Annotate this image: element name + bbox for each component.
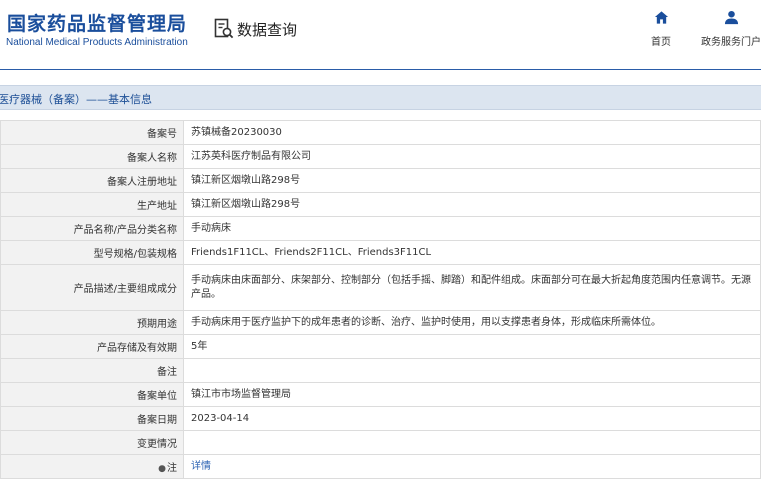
table-row: 备案号 苏镇械备20230030	[0, 120, 761, 145]
field-value: 详情	[183, 454, 761, 479]
field-value: Friends1F11CL、Friends2F11CL、Friends3F11C…	[183, 240, 761, 265]
table-row: 型号规格/包装规格 Friends1F11CL、Friends2F11CL、Fr…	[0, 240, 761, 265]
details-link[interactable]: 详情	[191, 461, 211, 472]
user-icon	[724, 10, 738, 25]
field-label: 产品存储及有效期	[0, 334, 184, 359]
home-icon	[654, 11, 668, 24]
data-query-title: 数据查询	[214, 18, 297, 40]
pin-icon: ●	[158, 464, 166, 474]
table-row: ●注 详情	[0, 454, 761, 479]
field-value: 镇江市市场监督管理局	[183, 382, 761, 407]
field-label: 预期用途	[0, 310, 184, 335]
field-value: 2023-04-14	[183, 406, 761, 431]
field-label: 型号规格/包装规格	[0, 240, 184, 265]
field-value	[183, 358, 761, 383]
document-search-icon	[214, 18, 234, 39]
field-value: 5年	[183, 334, 761, 359]
table-row: 备案人名称 江苏英科医疗制品有限公司	[0, 144, 761, 169]
field-value	[183, 430, 761, 455]
field-value: 手动病床	[183, 216, 761, 241]
field-label: 备注	[0, 358, 184, 383]
table-row: 产品名称/产品分类名称 手动病床	[0, 216, 761, 241]
field-value: 镇江新区烟墩山路298号	[183, 192, 761, 217]
field-label: 变更情况	[0, 430, 184, 455]
note-label-cell: ●注	[0, 454, 184, 479]
record-detail-table: 备案号 苏镇械备20230030 备案人名称 江苏英科医疗制品有限公司 备案人注…	[0, 120, 761, 479]
site-header: 国家药品监督管理局 National Medical Products Admi…	[0, 0, 761, 70]
table-row: 产品存储及有效期 5年	[0, 334, 761, 359]
field-value: 江苏英科医疗制品有限公司	[183, 144, 761, 169]
nav-home[interactable]: 首页	[646, 10, 676, 48]
site-logo-en[interactable]: National Medical Products Administration	[6, 37, 188, 48]
table-row: 备注	[0, 358, 761, 383]
table-row: 预期用途 手动病床用于医疗监护下的成年患者的诊断、治疗、监护时使用，用以支撑患者…	[0, 310, 761, 335]
nav-service-portal[interactable]: 政务服务门户	[700, 10, 761, 48]
field-label: 生产地址	[0, 192, 184, 217]
field-label: 备案人注册地址	[0, 168, 184, 193]
field-label: 备案日期	[0, 406, 184, 431]
field-value: 手动病床用于医疗监护下的成年患者的诊断、治疗、监护时使用，用以支撑患者身体，形成…	[183, 310, 761, 335]
field-value: 苏镇械备20230030	[183, 120, 761, 145]
field-label: 备案单位	[0, 382, 184, 407]
field-label: 注	[167, 463, 177, 474]
nav-service-portal-label: 政务服务门户	[701, 37, 761, 48]
table-row: 备案人注册地址 镇江新区烟墩山路298号	[0, 168, 761, 193]
table-row: 产品描述/主要组成成分 手动病床由床面部分、床架部分、控制部分（包括手摇、脚踏）…	[0, 264, 761, 311]
table-row: 备案单位 镇江市市场监督管理局	[0, 382, 761, 407]
site-logo-cn[interactable]: 国家药品监督管理局	[7, 9, 187, 36]
field-value: 手动病床由床面部分、床架部分、控制部分（包括手摇、脚踏）和配件组成。床面部分可在…	[183, 264, 761, 311]
nav-home-label: 首页	[651, 37, 671, 48]
data-query-label: 数据查询	[237, 20, 298, 39]
section-header: 医疗器械（备案）——基本信息	[0, 85, 761, 110]
table-row: 备案日期 2023-04-14	[0, 406, 761, 431]
field-label: 备案号	[0, 120, 184, 145]
table-row: 变更情况	[0, 430, 761, 455]
table-row: 生产地址 镇江新区烟墩山路298号	[0, 192, 761, 217]
field-label: 产品描述/主要组成成分	[0, 264, 184, 311]
field-label: 产品名称/产品分类名称	[0, 216, 184, 241]
field-value: 镇江新区烟墩山路298号	[183, 168, 761, 193]
section-title: 医疗器械（备案）——基本信息	[0, 93, 152, 106]
field-label: 备案人名称	[0, 144, 184, 169]
